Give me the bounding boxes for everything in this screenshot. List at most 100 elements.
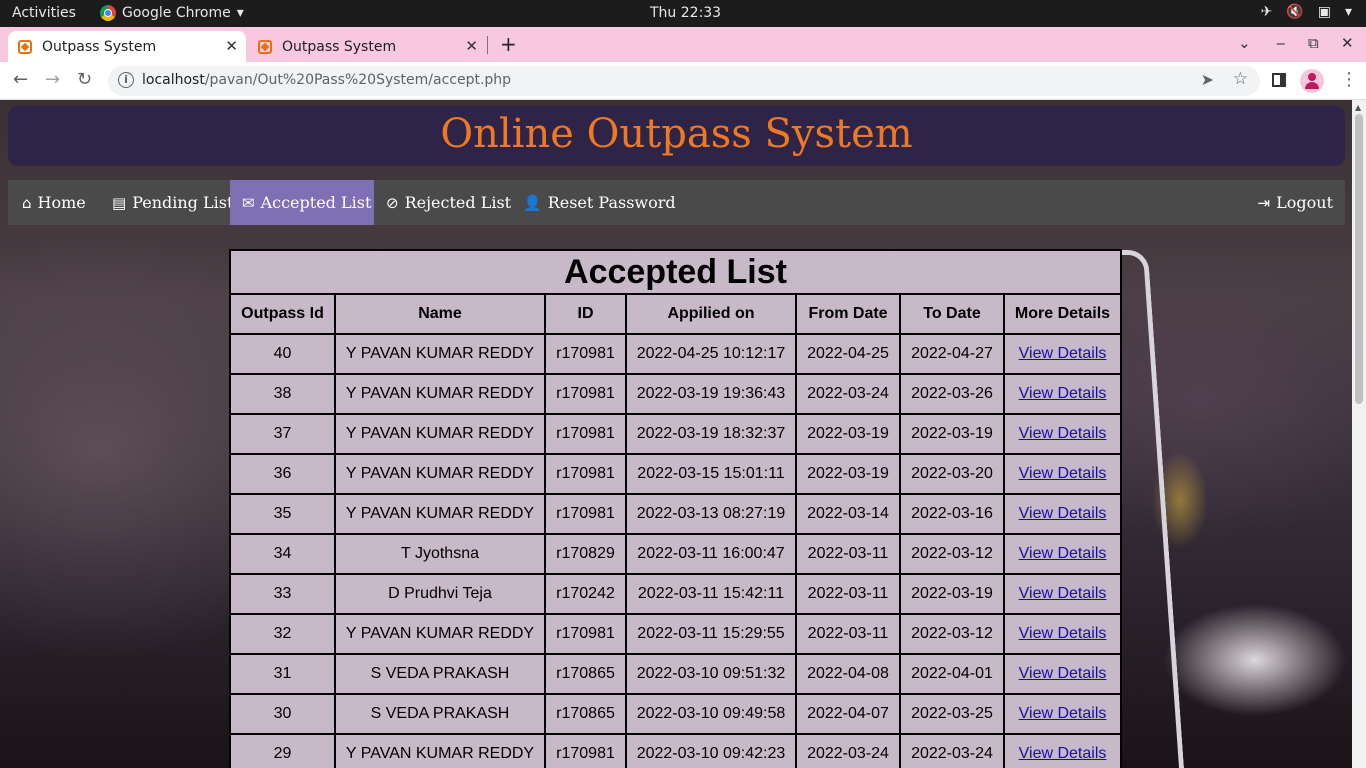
view-details-link[interactable]: View Details bbox=[1019, 665, 1107, 682]
view-details-link[interactable]: View Details bbox=[1019, 705, 1107, 722]
cell-from-date: 2022-03-19 bbox=[795, 413, 901, 455]
tab-outpass[interactable]: Outpass System ✕ bbox=[248, 31, 486, 62]
envelope-icon: ✉ bbox=[242, 194, 255, 212]
tab-outpass-active[interactable]: Outpass System ✕ bbox=[8, 31, 246, 62]
forward-arrow-icon[interactable]: → bbox=[45, 69, 60, 90]
new-tab-icon[interactable]: + bbox=[500, 32, 517, 56]
tab-title: Outpass System bbox=[42, 38, 157, 55]
cell-more-details: View Details bbox=[1003, 493, 1122, 535]
cell-id: r170981 bbox=[544, 333, 627, 375]
scrollbar-thumb[interactable] bbox=[1355, 114, 1363, 404]
cell-from-date: 2022-03-11 bbox=[795, 533, 901, 575]
cell-id: r170981 bbox=[544, 613, 627, 655]
close-tab-icon[interactable]: ✕ bbox=[225, 37, 238, 55]
tab-separator bbox=[487, 36, 488, 54]
cell-name: Y PAVAN KUMAR REDDY bbox=[334, 613, 546, 655]
view-details-link[interactable]: View Details bbox=[1019, 625, 1107, 642]
page-scrollbar[interactable]: ▲ bbox=[1352, 100, 1366, 768]
site-title: Online Outpass System bbox=[440, 111, 913, 157]
send-to-device-icon[interactable]: ➤ bbox=[1201, 70, 1214, 89]
main-nav: ⌂ Home ▤ Pending List ✉ Accepted List ⊘ Reje… bbox=[8, 180, 1345, 225]
table-row: 40 Y PAVAN KUMAR REDDY r170981 2022-04-25 1… bbox=[229, 333, 1122, 375]
cell-outpass-id: 40 bbox=[229, 333, 336, 375]
col-name: Name bbox=[334, 293, 546, 335]
nav-reset-password[interactable]: 👤 Reset Password bbox=[511, 180, 688, 225]
restore-icon[interactable]: ⧉ bbox=[1308, 34, 1319, 52]
nav-accepted-label: Accepted List bbox=[260, 193, 372, 212]
cell-applied-on: 2022-03-11 15:42:11 bbox=[625, 573, 797, 615]
volume-muted-icon: 🔇 bbox=[1286, 4, 1304, 20]
cell-id: r170829 bbox=[544, 533, 627, 575]
cell-to-date: 2022-03-26 bbox=[899, 373, 1005, 415]
nav-home-label: Home bbox=[37, 193, 86, 212]
nav-home[interactable]: ⌂ Home bbox=[10, 180, 98, 225]
cell-id: r170865 bbox=[544, 693, 627, 735]
url-text[interactable]: localhost/pavan/Out%20Pass%20System/acce… bbox=[142, 72, 511, 88]
address-bar[interactable]: i localhost/pavan/Out%20Pass%20System/ac… bbox=[108, 66, 1260, 96]
cell-to-date: 2022-03-19 bbox=[899, 413, 1005, 455]
cell-id: r170981 bbox=[544, 453, 627, 495]
cell-applied-on: 2022-03-10 09:49:58 bbox=[625, 693, 797, 735]
cell-from-date: 2022-03-14 bbox=[795, 493, 901, 535]
app-menu[interactable]: Google Chrome ▾ bbox=[100, 5, 244, 21]
nav-logout[interactable]: ⇥ Logout bbox=[1246, 180, 1345, 225]
view-details-link[interactable]: View Details bbox=[1019, 505, 1107, 522]
profile-avatar-icon[interactable] bbox=[1300, 69, 1324, 93]
nav-accepted-list[interactable]: ✉ Accepted List bbox=[230, 180, 374, 225]
cell-from-date: 2022-03-19 bbox=[795, 453, 901, 495]
table-row: 34 T Jyothsna r170829 2022-03-11 16:00:47 20… bbox=[229, 533, 1122, 575]
view-details-link[interactable]: View Details bbox=[1019, 345, 1107, 362]
cell-more-details: View Details bbox=[1003, 453, 1122, 495]
side-panel-icon[interactable] bbox=[1272, 73, 1286, 87]
cell-more-details: View Details bbox=[1003, 373, 1122, 415]
nav-rejected-label: Rejected List bbox=[404, 193, 512, 212]
cell-outpass-id: 31 bbox=[229, 653, 336, 695]
reload-icon[interactable]: ↻ bbox=[77, 69, 92, 90]
cell-to-date: 2022-03-19 bbox=[899, 573, 1005, 615]
site-info-icon[interactable]: i bbox=[118, 72, 134, 88]
airplane-icon: ✈ bbox=[1260, 4, 1273, 20]
cell-from-date: 2022-03-24 bbox=[795, 373, 901, 415]
tab-search-chevron-icon[interactable]: ⌄ bbox=[1238, 34, 1251, 52]
cell-id: r170981 bbox=[544, 493, 627, 535]
cell-to-date: 2022-03-25 bbox=[899, 693, 1005, 735]
cell-to-date: 2022-03-16 bbox=[899, 493, 1005, 535]
system-top-bar: Activities Google Chrome ▾ Thu 22:33 ✈ 🔇… bbox=[0, 0, 1366, 27]
cell-name: S VEDA PRAKASH bbox=[334, 693, 546, 735]
cell-applied-on: 2022-04-25 10:12:17 bbox=[625, 333, 797, 375]
nav-rejected-list[interactable]: ⊘ Rejected List bbox=[374, 180, 523, 225]
close-tab-icon[interactable]: ✕ bbox=[465, 37, 478, 55]
clock[interactable]: Thu 22:33 bbox=[650, 5, 721, 21]
cell-applied-on: 2022-03-10 09:42:23 bbox=[625, 733, 797, 768]
cell-more-details: View Details bbox=[1003, 653, 1122, 695]
view-details-link[interactable]: View Details bbox=[1019, 385, 1107, 402]
url-path: /pavan/Out%20Pass%20System/accept.php bbox=[204, 72, 512, 88]
xampp-favicon-icon bbox=[258, 39, 272, 54]
ban-icon: ⊘ bbox=[386, 194, 399, 212]
tab-strip: Outpass System ✕ Outpass System ✕ bbox=[0, 27, 1366, 62]
cell-from-date: 2022-04-08 bbox=[795, 653, 901, 695]
cell-outpass-id: 37 bbox=[229, 413, 336, 455]
cell-to-date: 2022-04-27 bbox=[899, 333, 1005, 375]
cell-id: r170981 bbox=[544, 373, 627, 415]
view-details-link[interactable]: View Details bbox=[1019, 465, 1107, 482]
scroll-up-arrow-icon[interactable]: ▲ bbox=[1355, 103, 1361, 112]
close-window-icon[interactable]: ✕ bbox=[1341, 34, 1354, 52]
col-outpass-id: Outpass Id bbox=[229, 293, 336, 335]
table-row: 33 D Prudhvi Teja r170242 2022-03-11 15:42:… bbox=[229, 573, 1122, 615]
view-details-link[interactable]: View Details bbox=[1019, 425, 1107, 442]
cell-outpass-id: 29 bbox=[229, 733, 336, 768]
table-title: Accepted List bbox=[229, 249, 1122, 295]
nav-pending-list[interactable]: ▤ Pending List bbox=[100, 180, 245, 225]
tab-title: Outpass System bbox=[282, 38, 397, 55]
activities-button[interactable]: Activities bbox=[12, 5, 76, 21]
bookmark-star-icon[interactable]: ☆ bbox=[1233, 69, 1248, 89]
minimize-icon[interactable]: ‒ bbox=[1276, 34, 1286, 52]
view-details-link[interactable]: View Details bbox=[1019, 745, 1107, 762]
view-details-link[interactable]: View Details bbox=[1019, 545, 1107, 562]
view-details-link[interactable]: View Details bbox=[1019, 585, 1107, 602]
system-tray[interactable]: ✈ 🔇 ▣ ▾ bbox=[1261, 4, 1352, 20]
browser-menu-icon[interactable]: ⋮ bbox=[1340, 69, 1358, 90]
back-arrow-icon[interactable]: ← bbox=[13, 69, 28, 90]
battery-icon: ▣ bbox=[1317, 4, 1331, 20]
